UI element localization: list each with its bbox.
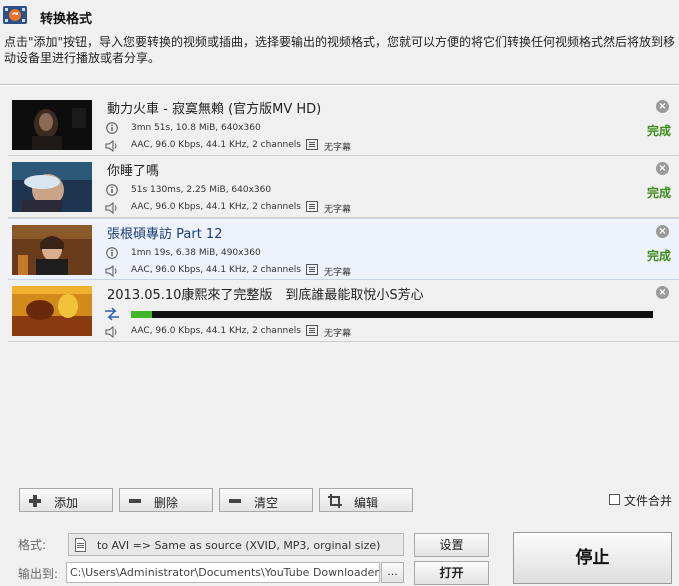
list-item[interactable]: 你睡了嗎 51s 130ms, 2.25 MiB, 640x360 AAC, 9… [8, 156, 679, 218]
video-info: 51s 130ms, 2.25 MiB, 640x360 [131, 185, 272, 195]
speaker-icon [105, 265, 117, 277]
status-badge: 完成 [646, 249, 671, 263]
video-thumbnail [12, 162, 92, 212]
audio-info: AAC, 96.0 Kbps, 44.1 KHz, 2 channels [131, 202, 301, 212]
progress-fill [131, 311, 152, 318]
remove-item-button[interactable]: × [656, 225, 669, 238]
subtitle-icon [306, 139, 318, 150]
subtitle-info: 无字幕 [324, 143, 352, 153]
remove-item-button[interactable]: × [656, 286, 669, 299]
subtitle-info: 无字幕 [324, 205, 352, 215]
video-title: 2013.05.10康熙來了完整版 到底誰最能取悅小S芳心 [107, 288, 424, 303]
info-icon [106, 122, 118, 134]
format-selector[interactable]: to AVI => Same as source (XVID, MP3, org… [68, 533, 404, 556]
settings-button[interactable]: 设置 [414, 533, 489, 557]
video-title: 動力火車 - 寂寞無賴 (官方版MV HD) [107, 102, 322, 117]
video-info: 3mn 51s, 10.8 MiB, 640x360 [131, 123, 261, 133]
output-label: 输出到: [18, 567, 59, 581]
file-list[interactable]: 動力火車 - 寂寞無賴 (官方版MV HD) 3mn 51s, 10.8 MiB… [8, 94, 679, 344]
format-label: 格式: [18, 538, 47, 552]
subtitle-info: 无字幕 [324, 329, 352, 339]
open-folder-button[interactable]: 打开 [414, 561, 489, 585]
clear-button[interactable]: 清空 [219, 488, 313, 512]
page-description: 点击"添加"按钮，导入您要转换的视频或插曲，选择要输出的视频格式，您就可以方便的… [4, 35, 676, 65]
video-info: 1mn 19s, 6.38 MiB, 490x360 [131, 248, 261, 258]
audio-info: AAC, 96.0 Kbps, 44.1 KHz, 2 channels [131, 326, 301, 336]
speaker-icon [105, 326, 117, 338]
delete-button[interactable]: 删除 [119, 488, 213, 512]
remove-item-button[interactable]: × [656, 162, 669, 175]
add-button[interactable]: 添加 [19, 488, 113, 512]
video-title: 張根碩專訪 Part 12 [107, 227, 223, 242]
info-icon [106, 184, 118, 196]
audio-info: AAC, 96.0 Kbps, 44.1 KHz, 2 channels [131, 140, 301, 150]
subtitle-icon [306, 264, 318, 275]
subtitle-info: 无字幕 [324, 268, 352, 278]
video-thumbnail [12, 286, 92, 336]
browse-button[interactable]: ... [381, 562, 404, 583]
audio-info: AAC, 96.0 Kbps, 44.1 KHz, 2 channels [131, 265, 301, 275]
speaker-icon [105, 202, 117, 214]
film-convert-icon [3, 6, 27, 24]
output-path-field[interactable]: C:\Users\Administrator\Documents\YouTube… [66, 562, 380, 583]
status-badge: 完成 [646, 186, 671, 200]
page-title: 转换格式 [40, 12, 93, 27]
checkbox[interactable] [609, 494, 620, 505]
stop-button[interactable]: 停止 [513, 532, 672, 584]
status-badge: 完成 [646, 124, 671, 138]
document-icon [75, 538, 86, 552]
list-item[interactable]: 2013.05.10康熙來了完整版 到底誰最能取悅小S芳心 AAC, 96.0 … [8, 280, 679, 342]
info-icon [106, 247, 118, 259]
video-title: 你睡了嗎 [107, 164, 160, 179]
list-item[interactable]: 張根碩專訪 Part 12 1mn 19s, 6.38 MiB, 490x360… [8, 218, 679, 280]
video-thumbnail [12, 225, 92, 275]
speaker-icon [105, 140, 117, 152]
list-item[interactable]: 動力火車 - 寂寞無賴 (官方版MV HD) 3mn 51s, 10.8 MiB… [8, 94, 679, 156]
remove-item-button[interactable]: × [656, 100, 669, 113]
conversion-progress-bar [131, 311, 653, 318]
toolbar: 添加 删除 清空 编辑 [0, 488, 679, 514]
converting-arrows-icon [105, 307, 119, 321]
subtitle-icon [306, 325, 318, 336]
subtitle-icon [306, 201, 318, 212]
edit-button[interactable]: 编辑 [319, 488, 413, 512]
header: 转换格式 点击"添加"按钮，导入您要转换的视频或插曲，选择要输出的视频格式，您就… [0, 0, 679, 84]
video-thumbnail [12, 100, 92, 150]
